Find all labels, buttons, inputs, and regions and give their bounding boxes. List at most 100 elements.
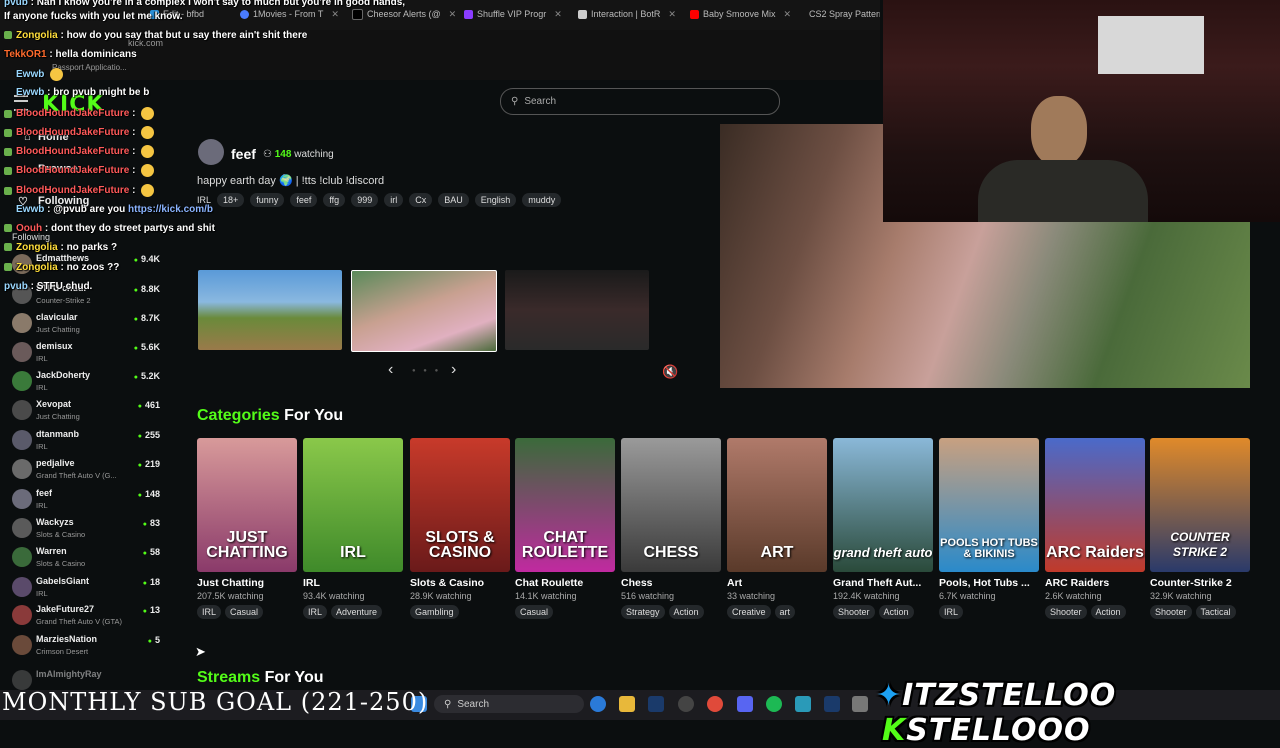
search-input[interactable]: ⚲ Search xyxy=(500,88,780,115)
sidebar-channel[interactable]: GabelsGiantIRL18 xyxy=(10,575,160,603)
category-card[interactable]: CHESS Chess 516 watching Strategy Action xyxy=(621,438,721,619)
sidebar-channel[interactable]: JakeFuture27Grand Theft Auto V (GTA)13 xyxy=(10,603,160,631)
browser-tab[interactable]: Shuffle VIP Progr ✕ xyxy=(464,6,572,22)
category-card[interactable]: POOLS HOT TUBS & BIKINIS Pools, Hot Tubs … xyxy=(939,438,1039,619)
browser-tab[interactable]: CS2 Spray Pattern xyxy=(805,6,880,22)
category-card[interactable]: SLOTS & CASINO Slots & Casino 28.9K watchi… xyxy=(410,438,510,619)
avatar xyxy=(12,400,32,420)
category-label[interactable]: IRL xyxy=(197,195,211,205)
avatar xyxy=(12,547,32,567)
category-card[interactable]: COUNTER STRIKE 2 Counter-Strike 2 32.9K wa… xyxy=(1150,438,1250,619)
obs-icon[interactable] xyxy=(678,696,694,712)
discord-icon[interactable] xyxy=(737,696,753,712)
sidebar-channel[interactable]: WarrenSlots & Casino58 xyxy=(10,545,160,573)
category-card[interactable]: ARC Raiders ARC Raiders 2.6K watching Shoot… xyxy=(1045,438,1145,619)
category-card[interactable]: CHAT ROULETTE Chat Roulette 14.1K watching… xyxy=(515,438,615,619)
avatar[interactable] xyxy=(198,139,224,165)
gta-logo: grand theft auto xyxy=(833,545,933,560)
tag[interactable]: Creative xyxy=(727,605,771,619)
sidebar-channel[interactable]: clavicularJust Chatting8.7K xyxy=(10,311,160,339)
tag[interactable]: IRL xyxy=(939,605,964,619)
featured-channel-name[interactable]: feef xyxy=(231,146,256,162)
close-icon[interactable]: ✕ xyxy=(668,9,676,20)
tag[interactable]: Gambling xyxy=(410,605,459,619)
tag[interactable]: BAU xyxy=(438,193,469,207)
tab-favicon-icon xyxy=(578,9,587,19)
tag[interactable]: Shooter xyxy=(1150,605,1192,619)
tag[interactable]: Shooter xyxy=(833,605,875,619)
tag[interactable]: Action xyxy=(1090,605,1126,619)
avatar xyxy=(12,459,32,479)
tag[interactable]: 18+ xyxy=(217,193,245,207)
chat-badge-icon xyxy=(4,186,12,195)
bookmark-item[interactable]: Passport Applicatio... xyxy=(52,63,127,72)
youtube-icon xyxy=(690,9,699,19)
tag[interactable]: Casual xyxy=(225,605,264,619)
chevron-right-icon[interactable]: › xyxy=(451,361,456,379)
sidebar-channel[interactable]: demisuxIRL5.6K xyxy=(10,340,160,368)
category-card[interactable]: grand theft auto Grand Theft Aut... 192.4K… xyxy=(833,438,933,619)
sidebar-channel[interactable]: WackyzsSlots & Casino83 xyxy=(10,516,160,544)
browser-tab[interactable]: Baby Smoove Mix ✕ xyxy=(690,6,795,22)
chat-message: Ewwb : @pvub are you https://kick.com/b xyxy=(16,204,214,215)
tag[interactable]: 999 xyxy=(351,193,379,207)
tag[interactable]: IRL xyxy=(197,605,222,619)
browser-tab[interactable]: Cheesor Alerts (@ ✕ xyxy=(352,6,457,22)
browser-tab[interactable]: Interaction | BotR ✕ xyxy=(578,6,683,22)
edge-icon[interactable] xyxy=(590,696,606,712)
chat-badge-icon xyxy=(4,109,12,118)
tag[interactable]: Action xyxy=(668,605,704,619)
tag[interactable]: Action xyxy=(878,605,914,619)
tag[interactable]: irl xyxy=(384,193,404,207)
tag[interactable]: Shooter xyxy=(1045,605,1087,619)
category-card[interactable]: IRL IRL 93.4K watching IRL Adventure xyxy=(303,438,403,619)
tag[interactable]: ffg xyxy=(323,193,346,207)
sidebar-channel[interactable]: pedjaliveGrand Theft Auto V (G...219 xyxy=(10,457,160,485)
tag[interactable]: Strategy xyxy=(621,605,665,619)
carousel-thumbnail-active[interactable] xyxy=(351,270,497,352)
taskbar-search[interactable]: ⚲ Search xyxy=(434,695,584,713)
tag[interactable]: IRL xyxy=(303,605,328,619)
streams-heading: Streams For You xyxy=(197,669,324,686)
close-icon[interactable]: ✕ xyxy=(331,9,339,20)
tag[interactable]: Cx xyxy=(409,193,433,207)
file-explorer-icon[interactable] xyxy=(619,696,635,712)
close-icon[interactable]: ✕ xyxy=(554,9,562,20)
avatar xyxy=(12,313,32,333)
chat-message: BloodHoundJakeFuture : xyxy=(4,126,155,139)
sidebar-channel[interactable]: dtanmanbIRL255 xyxy=(10,428,160,456)
carousel-thumbnail[interactable] xyxy=(198,270,342,350)
tag[interactable]: English xyxy=(474,193,517,207)
chat-message: BloodHoundJakeFuture : xyxy=(4,164,155,177)
close-icon[interactable]: ✕ xyxy=(449,9,457,20)
app-icon[interactable] xyxy=(852,696,868,712)
chat-message: pvub : Nah I know you're in a complex I … xyxy=(4,0,406,8)
chevron-left-icon[interactable]: ‹ xyxy=(388,361,393,379)
tag[interactable]: funny xyxy=(250,193,285,207)
tag[interactable]: muddy xyxy=(522,193,562,207)
search-icon: ⚲ xyxy=(444,698,452,710)
carousel-thumbnail[interactable] xyxy=(505,270,649,350)
category-card[interactable]: ART Art 33 watching Creative art xyxy=(727,438,827,619)
steam-icon[interactable] xyxy=(824,696,840,712)
tag[interactable]: art xyxy=(774,605,796,619)
spotify-icon[interactable] xyxy=(766,696,782,712)
chat-message: TekkOR1 : hella dominicans xyxy=(4,49,137,60)
avatar xyxy=(12,605,32,625)
mute-icon[interactable]: 🔇 xyxy=(662,364,678,380)
sidebar-channel[interactable]: feefIRL148 xyxy=(10,487,160,515)
app-icon[interactable] xyxy=(795,696,811,712)
tag[interactable]: feef xyxy=(290,193,318,207)
sidebar-channel[interactable]: MarziesNationCrimson Desert5 xyxy=(10,633,160,661)
category-art: COUNTER STRIKE 2 xyxy=(1150,438,1250,572)
steam-icon[interactable] xyxy=(648,696,664,712)
browser-tab[interactable]: 1Movies - From T ✕ xyxy=(240,6,345,22)
sidebar-channel[interactable]: XevopatJust Chatting461 xyxy=(10,398,160,426)
sidebar-channel[interactable]: JackDohertyIRL5.2K xyxy=(10,369,160,397)
chrome-icon[interactable] xyxy=(707,696,723,712)
tag[interactable]: Adventure xyxy=(331,605,383,619)
tag[interactable]: Tactical xyxy=(1195,605,1236,619)
close-icon[interactable]: ✕ xyxy=(784,9,792,20)
category-card[interactable]: JUST CHATTING Just Chatting 207.5K watchin… xyxy=(197,438,297,619)
tag[interactable]: Casual xyxy=(515,605,554,619)
